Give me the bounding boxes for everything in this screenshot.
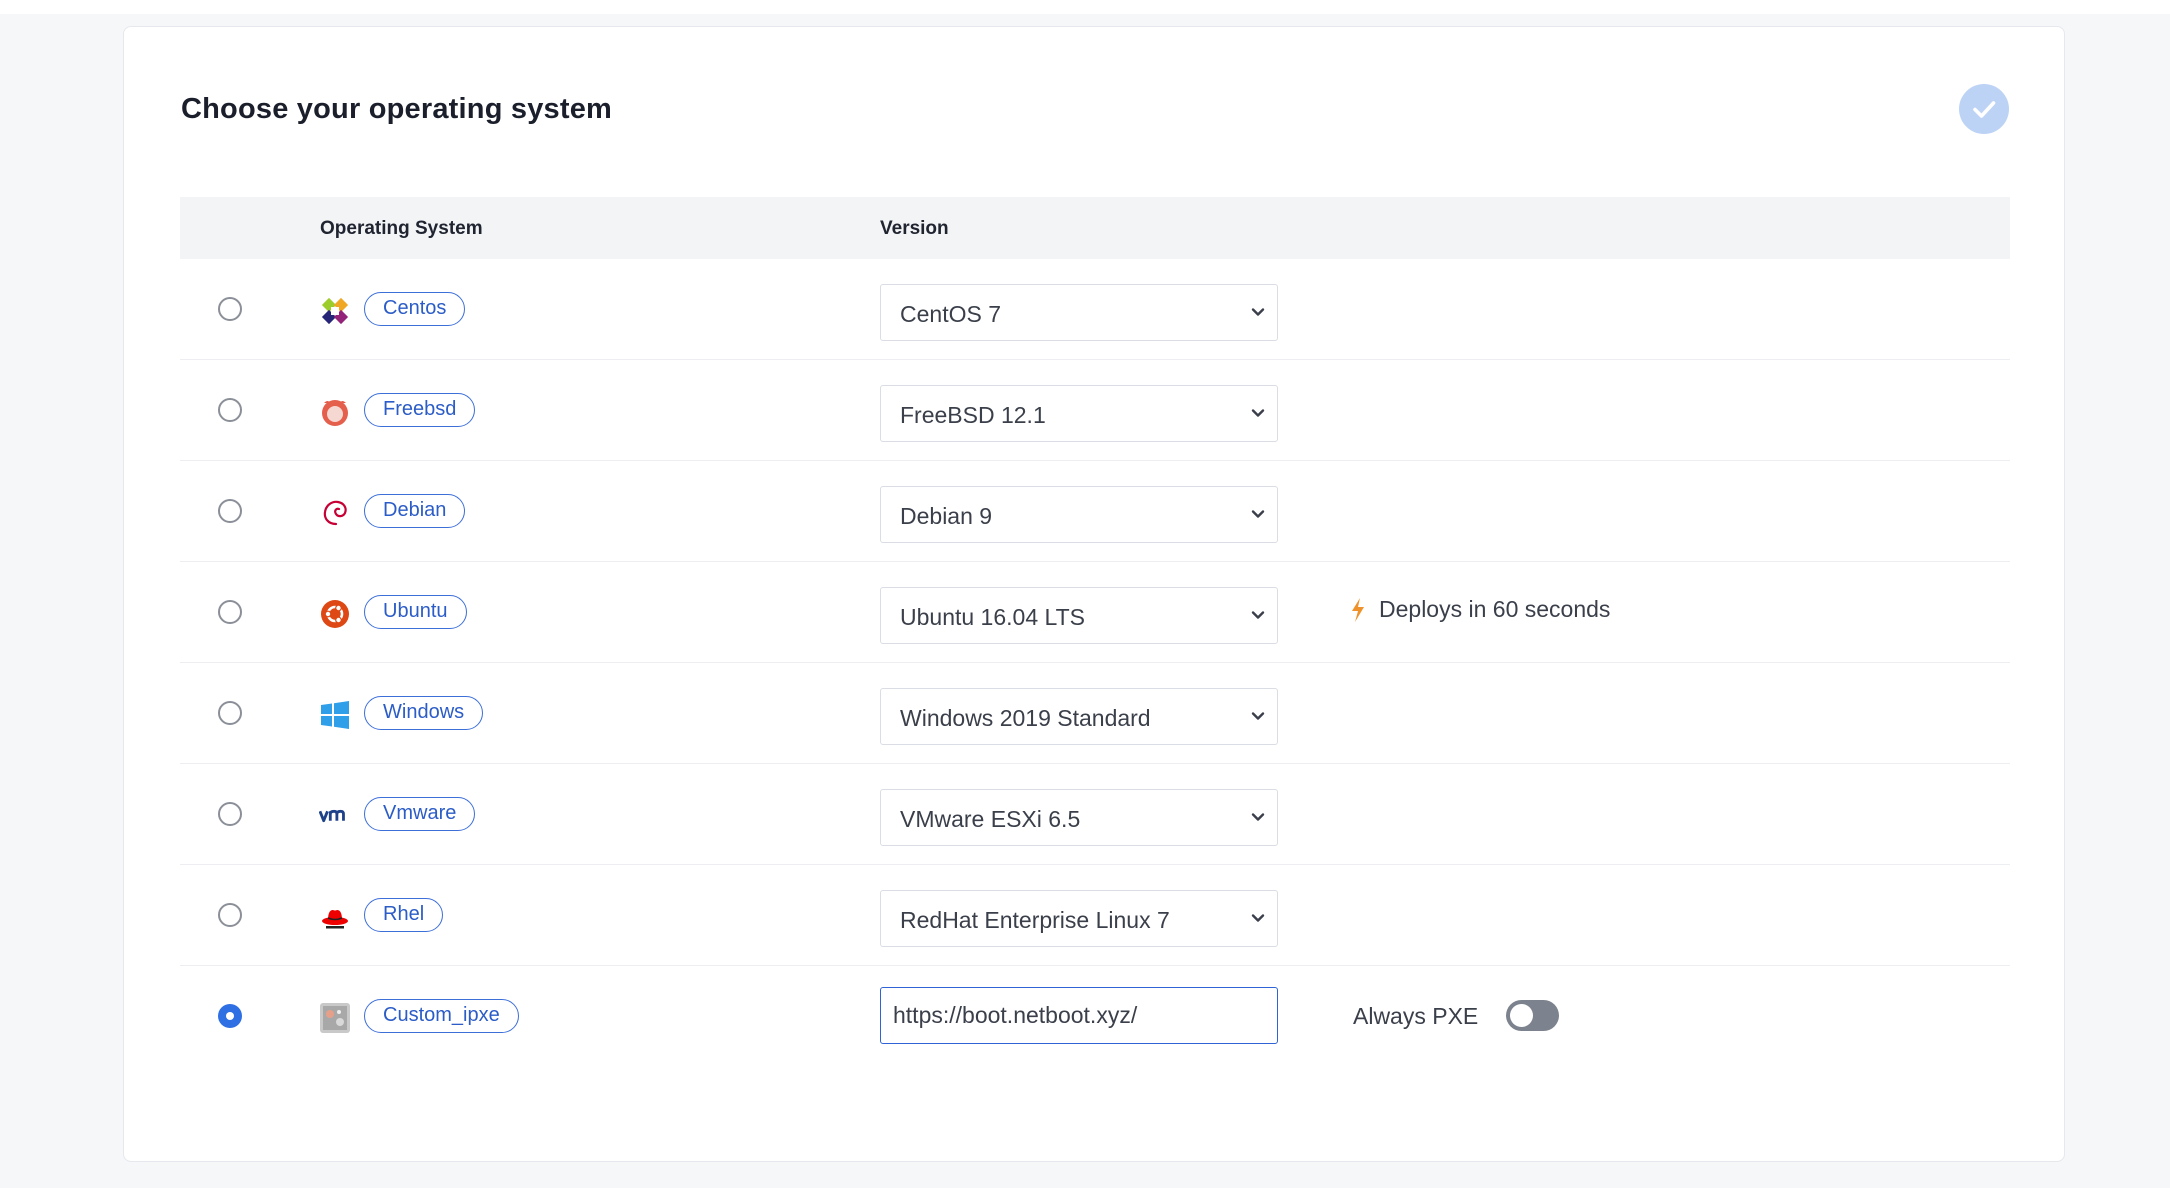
version-select-ubuntu[interactable]: Ubuntu 16.04 LTS [880, 587, 1278, 644]
ubuntu-logo-icon [319, 598, 351, 630]
version-select-vmware[interactable]: VMware ESXi 6.5 [880, 789, 1278, 846]
version-select-value: Windows 2019 Standard [900, 705, 1151, 731]
version-select-freebsd[interactable]: FreeBSD 12.1 [880, 385, 1278, 442]
version-select-value: Debian 9 [900, 503, 993, 529]
os-tag-debian[interactable]: Debian [364, 494, 466, 528]
check-circle-icon [1959, 84, 2009, 134]
os-selection-card: Choose your operating system Operating S… [123, 26, 2065, 1162]
os-radio-custom-ipxe[interactable] [218, 1004, 242, 1028]
chevron-down-icon [1251, 409, 1265, 417]
deploy-time-text: Deploys in 60 seconds [1379, 596, 1611, 622]
table-row: Rhel RedHat Enterprise Linux 7 [180, 865, 2010, 966]
os-radio-vmware[interactable] [218, 802, 242, 826]
version-select-value: FreeBSD 12.1 [900, 402, 1046, 428]
os-radio-freebsd[interactable] [218, 398, 242, 422]
deploy-time-note: Deploys in 60 seconds [1349, 596, 1610, 623]
windows-logo-icon [319, 699, 351, 731]
always-pxe-label: Always PXE [1353, 1003, 1479, 1029]
os-tag-windows[interactable]: Windows [364, 696, 484, 730]
os-radio-centos[interactable] [218, 297, 242, 321]
os-tag-custom-ipxe[interactable]: Custom_ipxe [364, 999, 519, 1033]
centos-logo-icon [319, 295, 351, 327]
column-header-version: Version [880, 218, 949, 239]
chevron-down-icon [1251, 712, 1265, 720]
table-header: Operating System Version [180, 197, 2010, 259]
os-tag-centos[interactable]: Centos [364, 292, 466, 326]
chevron-down-icon [1251, 813, 1265, 821]
chevron-down-icon [1251, 611, 1265, 619]
version-select-windows[interactable]: Windows 2019 Standard [880, 688, 1278, 745]
os-tag-ubuntu[interactable]: Ubuntu [364, 595, 467, 629]
chevron-down-icon [1251, 510, 1265, 518]
os-tag-vmware[interactable]: Vmware [364, 797, 476, 831]
freebsd-logo-icon [319, 396, 351, 428]
version-select-value: RedHat Enterprise Linux 7 [900, 907, 1170, 933]
os-table: Operating System Version Centos CentOS 7 [180, 197, 2010, 1067]
table-row: Ubuntu Ubuntu 16.04 LTS Deploys in 60 se… [180, 562, 2010, 663]
table-row: Freebsd FreeBSD 12.1 [180, 360, 2010, 461]
version-select-value: VMware ESXi 6.5 [900, 806, 1081, 832]
os-radio-debian[interactable] [218, 499, 242, 523]
os-tag-freebsd[interactable]: Freebsd [364, 393, 476, 427]
vmware-logo-icon [319, 800, 351, 832]
table-row: Windows Windows 2019 Standard [180, 663, 2010, 764]
section-title: Choose your operating system [181, 93, 613, 125]
custom-ipxe-icon [319, 1002, 351, 1034]
table-row: Centos CentOS 7 [180, 259, 2010, 360]
version-select-value: CentOS 7 [900, 301, 1001, 327]
redhat-logo-icon [319, 901, 351, 933]
chevron-down-icon [1251, 308, 1265, 316]
version-select-centos[interactable]: CentOS 7 [880, 284, 1278, 341]
debian-logo-icon [319, 497, 351, 529]
toggle-knob [1510, 1004, 1533, 1027]
ipxe-url-input[interactable] [880, 987, 1278, 1044]
os-radio-rhel[interactable] [218, 903, 242, 927]
table-row: Custom_ipxe Always PXE [180, 966, 2010, 1067]
version-select-debian[interactable]: Debian 9 [880, 486, 1278, 543]
table-row: Debian Debian 9 [180, 461, 2010, 562]
chevron-down-icon [1251, 914, 1265, 922]
os-tag-rhel[interactable]: Rhel [364, 898, 444, 932]
version-select-value: Ubuntu 16.04 LTS [900, 604, 1085, 630]
table-row: Vmware VMware ESXi 6.5 [180, 764, 2010, 865]
column-header-operating-system: Operating System [320, 218, 483, 239]
os-radio-windows[interactable] [218, 701, 242, 725]
version-select-rhel[interactable]: RedHat Enterprise Linux 7 [880, 890, 1278, 947]
always-pxe-toggle[interactable] [1506, 1000, 1559, 1031]
lightning-bolt-icon [1352, 597, 1364, 622]
top-strip [0, 0, 2170, 14]
os-radio-ubuntu[interactable] [218, 600, 242, 624]
